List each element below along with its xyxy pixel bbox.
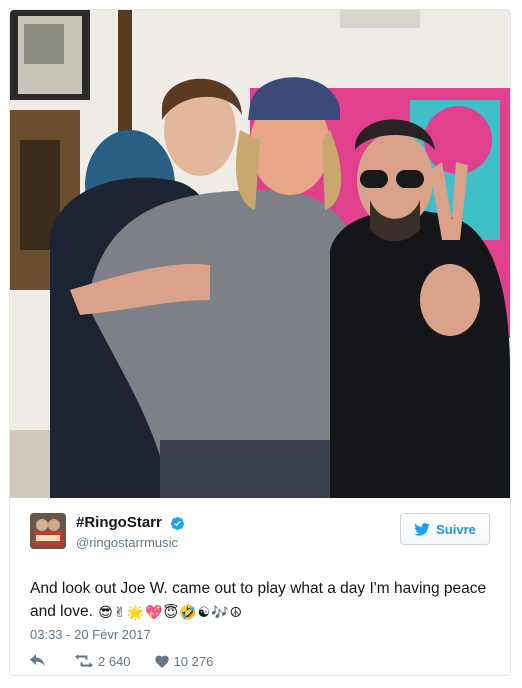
rofl-emoji-icon: 🤣	[179, 604, 197, 620]
avatar[interactable]	[30, 513, 66, 549]
tweet-timestamp[interactable]: 03:33 - 20 Févr 2017	[30, 627, 151, 642]
photo-illustration	[10, 10, 510, 498]
follow-button[interactable]: Suivre	[400, 513, 490, 545]
tweet-body: And look out Joe W. came out to play wha…	[30, 577, 490, 623]
tweet-card: #RingoStarr @ringostarrmusic Suivre And …	[9, 9, 511, 676]
victory-hand-emoji-icon: ✌	[113, 604, 126, 620]
author-info[interactable]: #RingoStarr @ringostarrmusic	[76, 513, 185, 552]
display-name[interactable]: #RingoStarr	[76, 513, 162, 533]
like-button[interactable]: 10 276	[154, 653, 214, 669]
halo-face-emoji-icon: 😇	[163, 604, 179, 620]
user-handle[interactable]: @ringostarrmusic	[76, 534, 185, 552]
sunglasses-emoji-icon: 😎	[98, 604, 113, 620]
yin-yang-emoji-icon: ☯	[197, 604, 211, 620]
retweet-count: 2 640	[98, 653, 131, 669]
retweet-icon	[75, 654, 93, 668]
retweet-button[interactable]: 2 640	[75, 654, 131, 669]
follow-button-label: Suivre	[436, 521, 476, 537]
heart-icon	[154, 655, 169, 668]
star-emoji-icon: 🌟	[126, 604, 145, 620]
music-notes-emoji-icon: 🎶	[211, 604, 229, 620]
reply-button[interactable]	[30, 654, 51, 668]
verified-badge-icon	[171, 516, 185, 530]
tweet-header: #RingoStarr @ringostarrmusic Suivre	[30, 513, 490, 557]
twitter-bird-icon	[414, 522, 430, 536]
tweet-actions: 2 640 10 276	[30, 651, 237, 671]
like-count: 10 276	[173, 653, 214, 669]
tweet-photo[interactable]	[10, 10, 510, 498]
sparkling-heart-emoji-icon: 💖	[145, 604, 163, 620]
peace-symbol-emoji-icon: ☮	[229, 604, 243, 620]
emoji-list: 😎✌🌟💖😇🤣☯🎶☮	[97, 603, 242, 620]
avatar-image-icon	[30, 513, 66, 549]
reply-icon	[30, 654, 45, 667]
